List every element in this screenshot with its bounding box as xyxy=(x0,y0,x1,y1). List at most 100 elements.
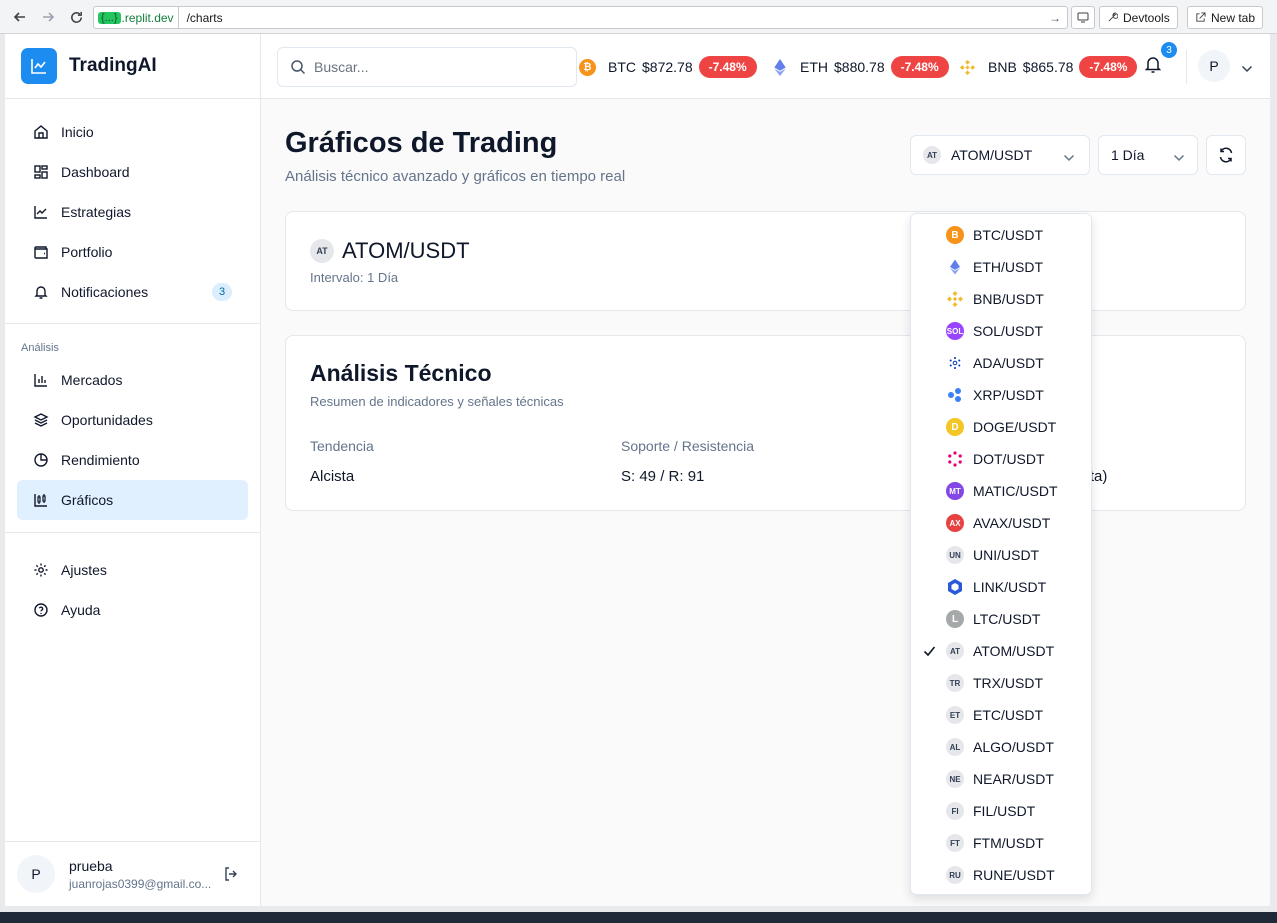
dropdown-option-label: LTC/USDT xyxy=(973,611,1041,627)
search-icon xyxy=(291,60,306,75)
sidebar-item-ajustes[interactable]: Ajustes xyxy=(17,550,248,590)
dropdown-option-bnb[interactable]: BNB/USDT xyxy=(911,283,1091,315)
dropdown-option-label: DOGE/USDT xyxy=(973,419,1057,435)
new-tab-button[interactable]: New tab xyxy=(1187,6,1264,29)
section-label-analisis: Análisis xyxy=(21,342,59,354)
avatar[interactable]: P xyxy=(1198,50,1230,82)
sidebar-item-label: Inicio xyxy=(61,124,94,140)
ticker-symbol: BTC xyxy=(608,59,636,75)
support-resistance-label: Soporte / Resistencia xyxy=(621,438,755,454)
back-icon[interactable] xyxy=(6,3,34,31)
external-link-icon xyxy=(1196,12,1206,22)
dropdown-option-near[interactable]: NE NEAR/USDT xyxy=(911,763,1091,795)
main-content: Gráficos de Trading Análisis técnico ava… xyxy=(261,99,1270,906)
dropdown-option-label: DOT/USDT xyxy=(973,451,1045,467)
page-title: Gráficos de Trading xyxy=(285,127,558,159)
bnb-icon xyxy=(946,290,964,308)
go-arrow-icon[interactable]: → xyxy=(1049,11,1061,25)
chevron-down-icon[interactable] xyxy=(1241,60,1253,78)
dashboard-icon xyxy=(34,165,48,179)
dropdown-option-btc[interactable]: B BTC/USDT xyxy=(911,219,1091,251)
search-input[interactable]: Buscar... xyxy=(277,47,577,87)
pair-name: ATOM/USDT xyxy=(342,238,470,263)
sidebar-item-estrategias[interactable]: Estrategias xyxy=(17,192,248,232)
notification-count-badge: 3 xyxy=(212,283,232,301)
home-icon xyxy=(34,125,48,139)
brand[interactable]: TradingAI xyxy=(5,34,260,99)
dropdown-option-trx[interactable]: TR TRX/USDT xyxy=(911,667,1091,699)
dropdown-option-fil[interactable]: FI FIL/USDT xyxy=(911,795,1091,827)
sidebar-item-rendimiento[interactable]: Rendimiento xyxy=(17,440,248,480)
search-placeholder: Buscar... xyxy=(314,59,369,75)
thorchain-icon: RU xyxy=(946,866,964,884)
dropdown-option-ftm[interactable]: FT FTM/USDT xyxy=(911,827,1091,859)
layers-icon xyxy=(33,413,49,427)
pair-select-value: ATOM/USDT xyxy=(951,147,1033,163)
dropdown-option-xrp[interactable]: XRP/USDT xyxy=(911,379,1091,411)
dropdown-option-ltc[interactable]: L LTC/USDT xyxy=(911,603,1091,635)
dropdown-option-label: TRX/USDT xyxy=(973,675,1043,691)
ticker-change-badge: -7.48% xyxy=(698,56,757,78)
ticker-btc[interactable]: ₿ BTC $872.78 -7.48% xyxy=(579,56,757,78)
sidebar-item-portfolio[interactable]: Portfolio xyxy=(17,232,248,272)
reload-icon[interactable] xyxy=(62,3,90,31)
ticker-price: $872.78 xyxy=(642,59,693,75)
dropdown-option-etc[interactable]: ET ETC/USDT xyxy=(911,699,1091,731)
address-bar[interactable]: {...} .replit.dev /charts → xyxy=(93,6,1068,29)
app-frame: TradingAI Inicio Dashboard Estrategias P… xyxy=(5,34,1270,906)
interval-select[interactable]: 1 Día xyxy=(1098,135,1198,175)
sidebar-item-label: Ayuda xyxy=(61,602,101,618)
dropdown-option-label: LINK/USDT xyxy=(973,579,1047,595)
refresh-button[interactable] xyxy=(1206,135,1246,175)
dropdown-option-uni[interactable]: UN UNI/USDT xyxy=(911,539,1091,571)
notification-count-badge: 3 xyxy=(1161,42,1177,58)
url-host: {...} .replit.dev xyxy=(94,7,179,28)
avatar[interactable]: P xyxy=(17,855,55,893)
sidebar-item-label: Ajustes xyxy=(61,562,107,578)
dropdown-option-matic[interactable]: MT MATIC/USDT xyxy=(911,475,1091,507)
dropdown-option-sol[interactable]: SOL SOL/USDT xyxy=(911,315,1091,347)
sidebar-item-graficos[interactable]: Gráficos xyxy=(17,480,248,520)
user-info: prueba juanrojas0399@gmail.co... xyxy=(69,858,211,891)
dropdown-option-atom[interactable]: AT ATOM/USDT xyxy=(911,635,1091,667)
dropdown-option-label: FIL/USDT xyxy=(973,803,1036,819)
sidebar-item-dashboard[interactable]: Dashboard xyxy=(17,152,248,192)
dropdown-option-label: SOL/USDT xyxy=(973,323,1044,339)
devtools-button[interactable]: Devtools xyxy=(1099,6,1178,29)
dropdown-option-eth[interactable]: ETH/USDT xyxy=(911,251,1091,283)
dropdown-option-algo[interactable]: AL ALGO/USDT xyxy=(911,731,1091,763)
dropdown-option-avax[interactable]: AX AVAX/USDT xyxy=(911,507,1091,539)
logout-icon[interactable] xyxy=(223,866,239,887)
sidebar-item-inicio[interactable]: Inicio xyxy=(17,112,248,152)
pair-select[interactable]: AT ATOM/USDT xyxy=(910,135,1090,175)
sidebar-item-notificaciones[interactable]: Notificaciones 3 xyxy=(17,272,248,312)
dropdown-option-rune[interactable]: RU RUNE/USDT xyxy=(911,859,1091,891)
ticker-change-badge: -7.48% xyxy=(1079,56,1138,78)
analysis-title: Análisis Técnico xyxy=(310,360,492,386)
dropdown-option-dot[interactable]: DOT/USDT xyxy=(911,443,1091,475)
forward-icon[interactable] xyxy=(34,3,62,31)
dropdown-option-label: AVAX/USDT xyxy=(973,515,1051,531)
settings-nav: Ajustes Ayuda xyxy=(5,533,260,642)
sidebar-item-oportunidades[interactable]: Oportunidades xyxy=(17,400,248,440)
notifications-bell-icon[interactable] xyxy=(1144,56,1162,79)
sidebar-item-mercados[interactable]: Mercados xyxy=(17,360,248,400)
fantom-icon: FT xyxy=(946,834,964,852)
dropdown-option-link[interactable]: LINK/USDT xyxy=(911,571,1091,603)
near-icon: NE xyxy=(946,770,964,788)
dropdown-option-ada[interactable]: ADA/USDT xyxy=(911,347,1091,379)
trend-value: Alcista xyxy=(310,468,355,485)
uniswap-icon: UN xyxy=(946,546,964,564)
bar-chart-icon xyxy=(34,374,47,387)
ticker-bnb[interactable]: BNB $865.78 -7.48% xyxy=(959,56,1138,78)
dropdown-option-label: MATIC/USDT xyxy=(973,483,1058,499)
sidebar-item-label: Estrategias xyxy=(61,204,132,220)
dropdown-option-doge[interactable]: D DOGE/USDT xyxy=(911,411,1091,443)
divider xyxy=(1186,50,1187,84)
atom-coin-icon: AT xyxy=(923,146,941,164)
screen-icon[interactable] xyxy=(1071,6,1095,29)
sidebar-item-ayuda[interactable]: Ayuda xyxy=(17,590,248,630)
dropdown-option-label: BTC/USDT xyxy=(973,227,1043,243)
ticker-eth[interactable]: ETH $880.78 -7.48% xyxy=(771,56,949,78)
polkadot-icon xyxy=(946,450,964,468)
